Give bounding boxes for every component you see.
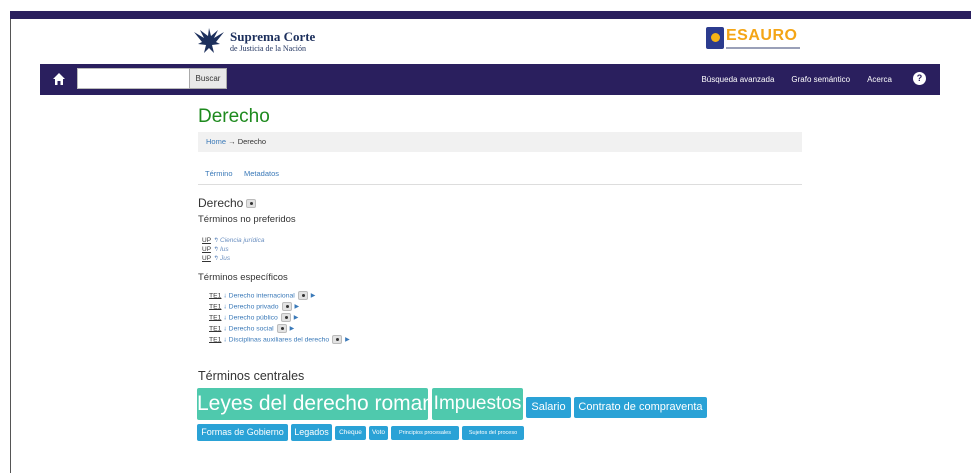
up-abbr: UP — [202, 237, 211, 244]
up-abbr: UP — [202, 246, 211, 253]
te-term[interactable]: Derecho privado — [229, 303, 279, 310]
te-abbr: TE1 — [209, 325, 222, 333]
tesauro-wordmark: ESAURO — [726, 27, 798, 44]
copy-icon[interactable] — [297, 291, 308, 300]
list-item: TE1 ↓ Derecho privado ▶ — [209, 302, 350, 313]
search-button[interactable]: Buscar — [189, 68, 227, 89]
list-item: UP ↰ Ius — [202, 245, 264, 254]
specific-list: TE1 ↓ Derecho internacional ▶ TE1 ↓ Derec… — [209, 291, 350, 346]
te-arrow: ↓ — [223, 292, 227, 300]
tesauro-logo[interactable]: ESAURO — [706, 25, 806, 57]
copy-icon[interactable] — [280, 313, 291, 322]
expand-icon[interactable]: ▶ — [294, 315, 299, 321]
te-abbr: TE1 — [209, 292, 222, 300]
term-name: Derecho — [198, 196, 244, 210]
nav-semantic-graph[interactable]: Grafo semántico — [791, 75, 850, 84]
scjn-logo[interactable]: Suprema Corte de Justicia de la Nación — [192, 26, 342, 58]
list-item: TE1 ↓ Derecho internacional ▶ — [209, 291, 350, 302]
up-term[interactable]: Ius — [220, 246, 229, 253]
home-icon[interactable] — [52, 72, 66, 86]
te-abbr: TE1 — [209, 303, 222, 311]
expand-icon[interactable]: ▶ — [295, 304, 300, 310]
up-term[interactable]: Jus — [220, 255, 230, 262]
up-arrow: ↰ — [212, 246, 219, 253]
nav-links: Búsqueda avanzada Grafo semántico Acerca — [701, 64, 892, 95]
te-arrow: ↓ — [223, 336, 227, 344]
tag-impuestos[interactable]: Impuestos — [432, 388, 523, 420]
expand-icon[interactable]: ▶ — [290, 326, 295, 332]
up-abbr: UP — [202, 255, 211, 262]
expand-icon[interactable]: ▶ — [311, 293, 316, 299]
te-term[interactable]: Disciplinas auxiliares del derecho — [229, 336, 330, 343]
window-edge — [10, 19, 11, 473]
scjn-subtitle: de Justicia de la Nación — [230, 44, 306, 53]
tab-metadatos[interactable]: Metadatos — [244, 169, 279, 178]
copy-icon[interactable] — [281, 302, 292, 311]
expand-icon[interactable]: ▶ — [345, 337, 350, 343]
list-item: UP ↰ Ciencia jurídica — [202, 236, 264, 245]
tag-principios-procesales[interactable]: Principios procesales — [391, 426, 459, 440]
up-arrow: ↰ — [212, 237, 219, 244]
up-arrow: ↰ — [212, 255, 219, 262]
list-item: TE1 ↓ Derecho público ▶ — [209, 313, 350, 324]
specific-heading: Términos específicos — [198, 272, 288, 283]
scjn-title: Suprema Corte — [230, 29, 316, 44]
tag-formas-de-gobierno[interactable]: Formas de Gobierno — [197, 424, 288, 441]
tag-cheque[interactable]: Cheque — [335, 426, 366, 440]
tab-termino[interactable]: Término — [205, 169, 233, 178]
tag-salario[interactable]: Salario — [526, 397, 571, 418]
up-term[interactable]: Ciencia jurídica — [220, 237, 264, 244]
te-term[interactable]: Derecho público — [229, 314, 278, 321]
list-item: TE1 ↓ Disciplinas auxiliares del derecho… — [209, 335, 350, 346]
tabs: Término Metadatos — [198, 162, 802, 185]
nav-about[interactable]: Acerca — [867, 75, 892, 84]
list-item: UP ↰ Jus — [202, 254, 264, 263]
te-arrow: ↓ — [223, 303, 227, 311]
central-heading: Términos centrales — [198, 369, 305, 383]
te-term[interactable]: Derecho internacional — [229, 292, 295, 299]
non-preferred-list: UP ↰ Ciencia jurídica UP ↰ Ius UP ↰ Jus — [202, 236, 264, 263]
tag-contrato-compraventa[interactable]: Contrato de compraventa — [574, 397, 707, 418]
te-abbr: TE1 — [209, 336, 222, 344]
tag-voto[interactable]: Voto — [369, 426, 388, 440]
non-preferred-heading: Términos no preferidos — [198, 214, 296, 225]
top-strip — [10, 11, 971, 19]
navbar: Buscar Búsqueda avanzada Grafo semántico… — [40, 64, 940, 95]
breadcrumb-home[interactable]: Home — [206, 137, 226, 146]
copy-icon[interactable] — [276, 324, 287, 333]
eagle-icon — [194, 28, 224, 53]
tag-legados[interactable]: Legados — [291, 424, 332, 441]
tag-leyes-derecho-romano[interactable]: Leyes del derecho romano — [197, 388, 446, 420]
tesauro-t-icon — [706, 27, 724, 49]
breadcrumb-separator: → — [228, 137, 236, 146]
te-arrow: ↓ — [223, 314, 227, 322]
te-abbr: TE1 — [209, 314, 222, 322]
tesauro-tagline — [726, 47, 800, 49]
breadcrumb: Home → Derecho — [198, 132, 802, 152]
help-icon[interactable]: ? — [913, 72, 926, 85]
list-item: TE1 ↓ Derecho social ▶ — [209, 324, 350, 335]
tag-sujetos-del-proceso[interactable]: Sujetos del proceso — [462, 426, 524, 440]
page-title: Derecho — [198, 106, 270, 127]
nav-advanced-search[interactable]: Búsqueda avanzada — [701, 75, 774, 84]
breadcrumb-current: Derecho — [237, 137, 267, 146]
te-term[interactable]: Derecho social — [229, 325, 274, 332]
copy-icon[interactable] — [246, 199, 257, 209]
copy-icon[interactable] — [332, 335, 343, 344]
te-arrow: ↓ — [223, 325, 227, 333]
term-heading: Derecho — [198, 196, 257, 210]
